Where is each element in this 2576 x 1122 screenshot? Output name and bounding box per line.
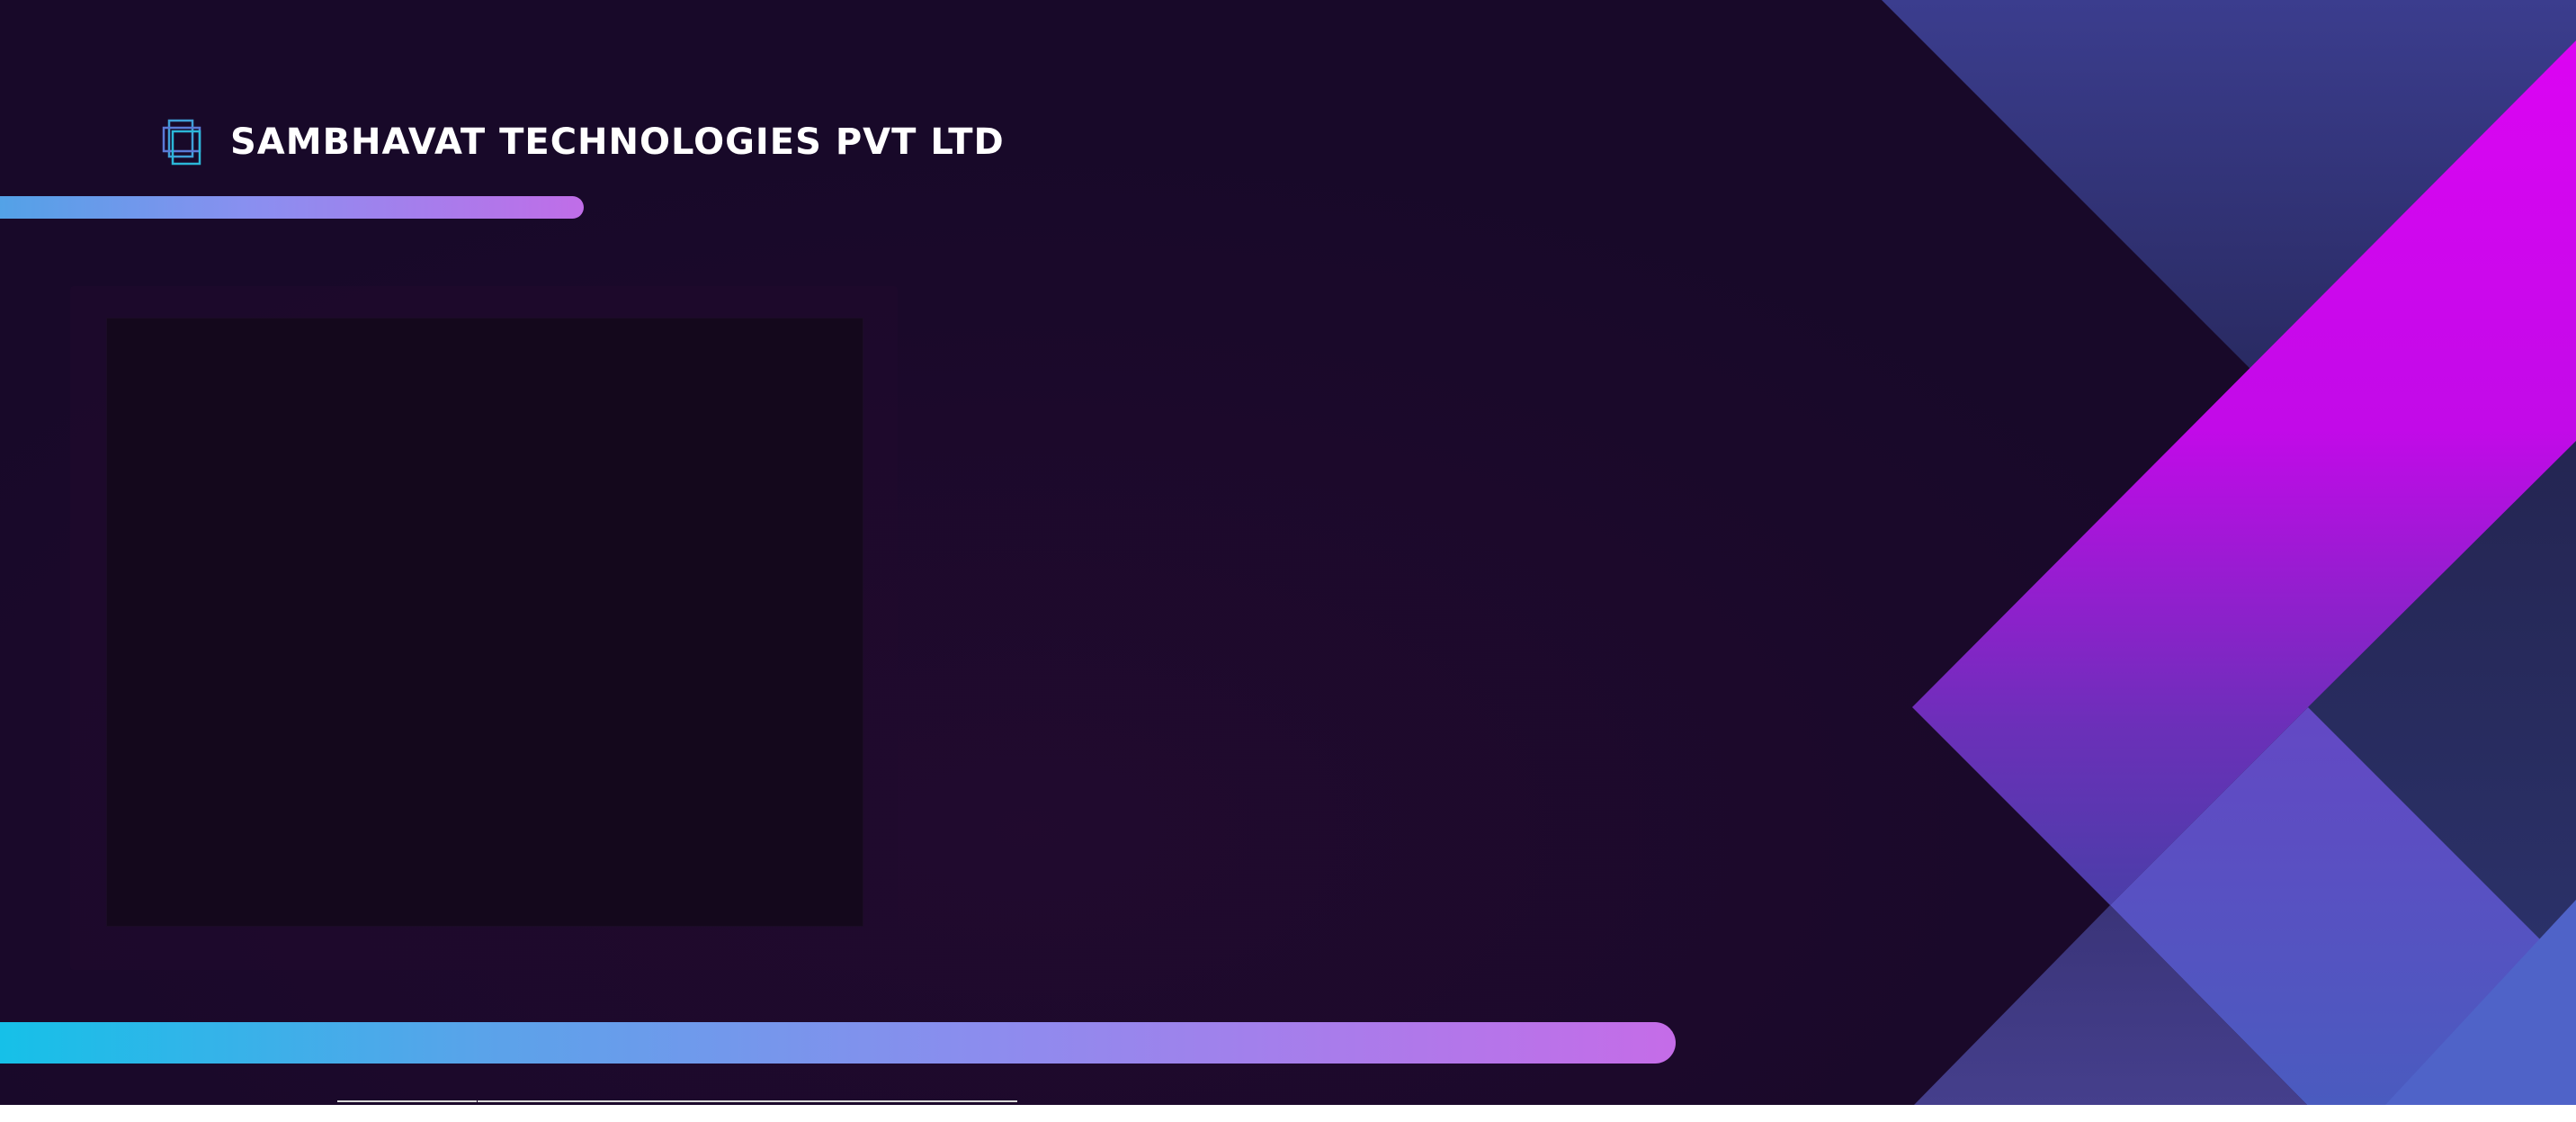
brand-header: SAMBHAVAT TECHNOLOGIES PVT LTD: [160, 117, 1005, 167]
footer-rule: [478, 1100, 1017, 1102]
banner-canvas: SAMBHAVAT TECHNOLOGIES PVT LTD: [0, 0, 2576, 1105]
bottom-gradient-bar: [0, 1022, 1676, 1064]
footer-strip: [0, 1105, 2576, 1122]
top-gradient-bar: [0, 196, 584, 219]
stacked-squares-logo-icon: [162, 119, 201, 166]
company-name: SAMBHAVAT TECHNOLOGIES PVT LTD: [230, 121, 1005, 163]
content-placeholder-frame: [106, 318, 863, 927]
footer-rule: [337, 1100, 477, 1102]
